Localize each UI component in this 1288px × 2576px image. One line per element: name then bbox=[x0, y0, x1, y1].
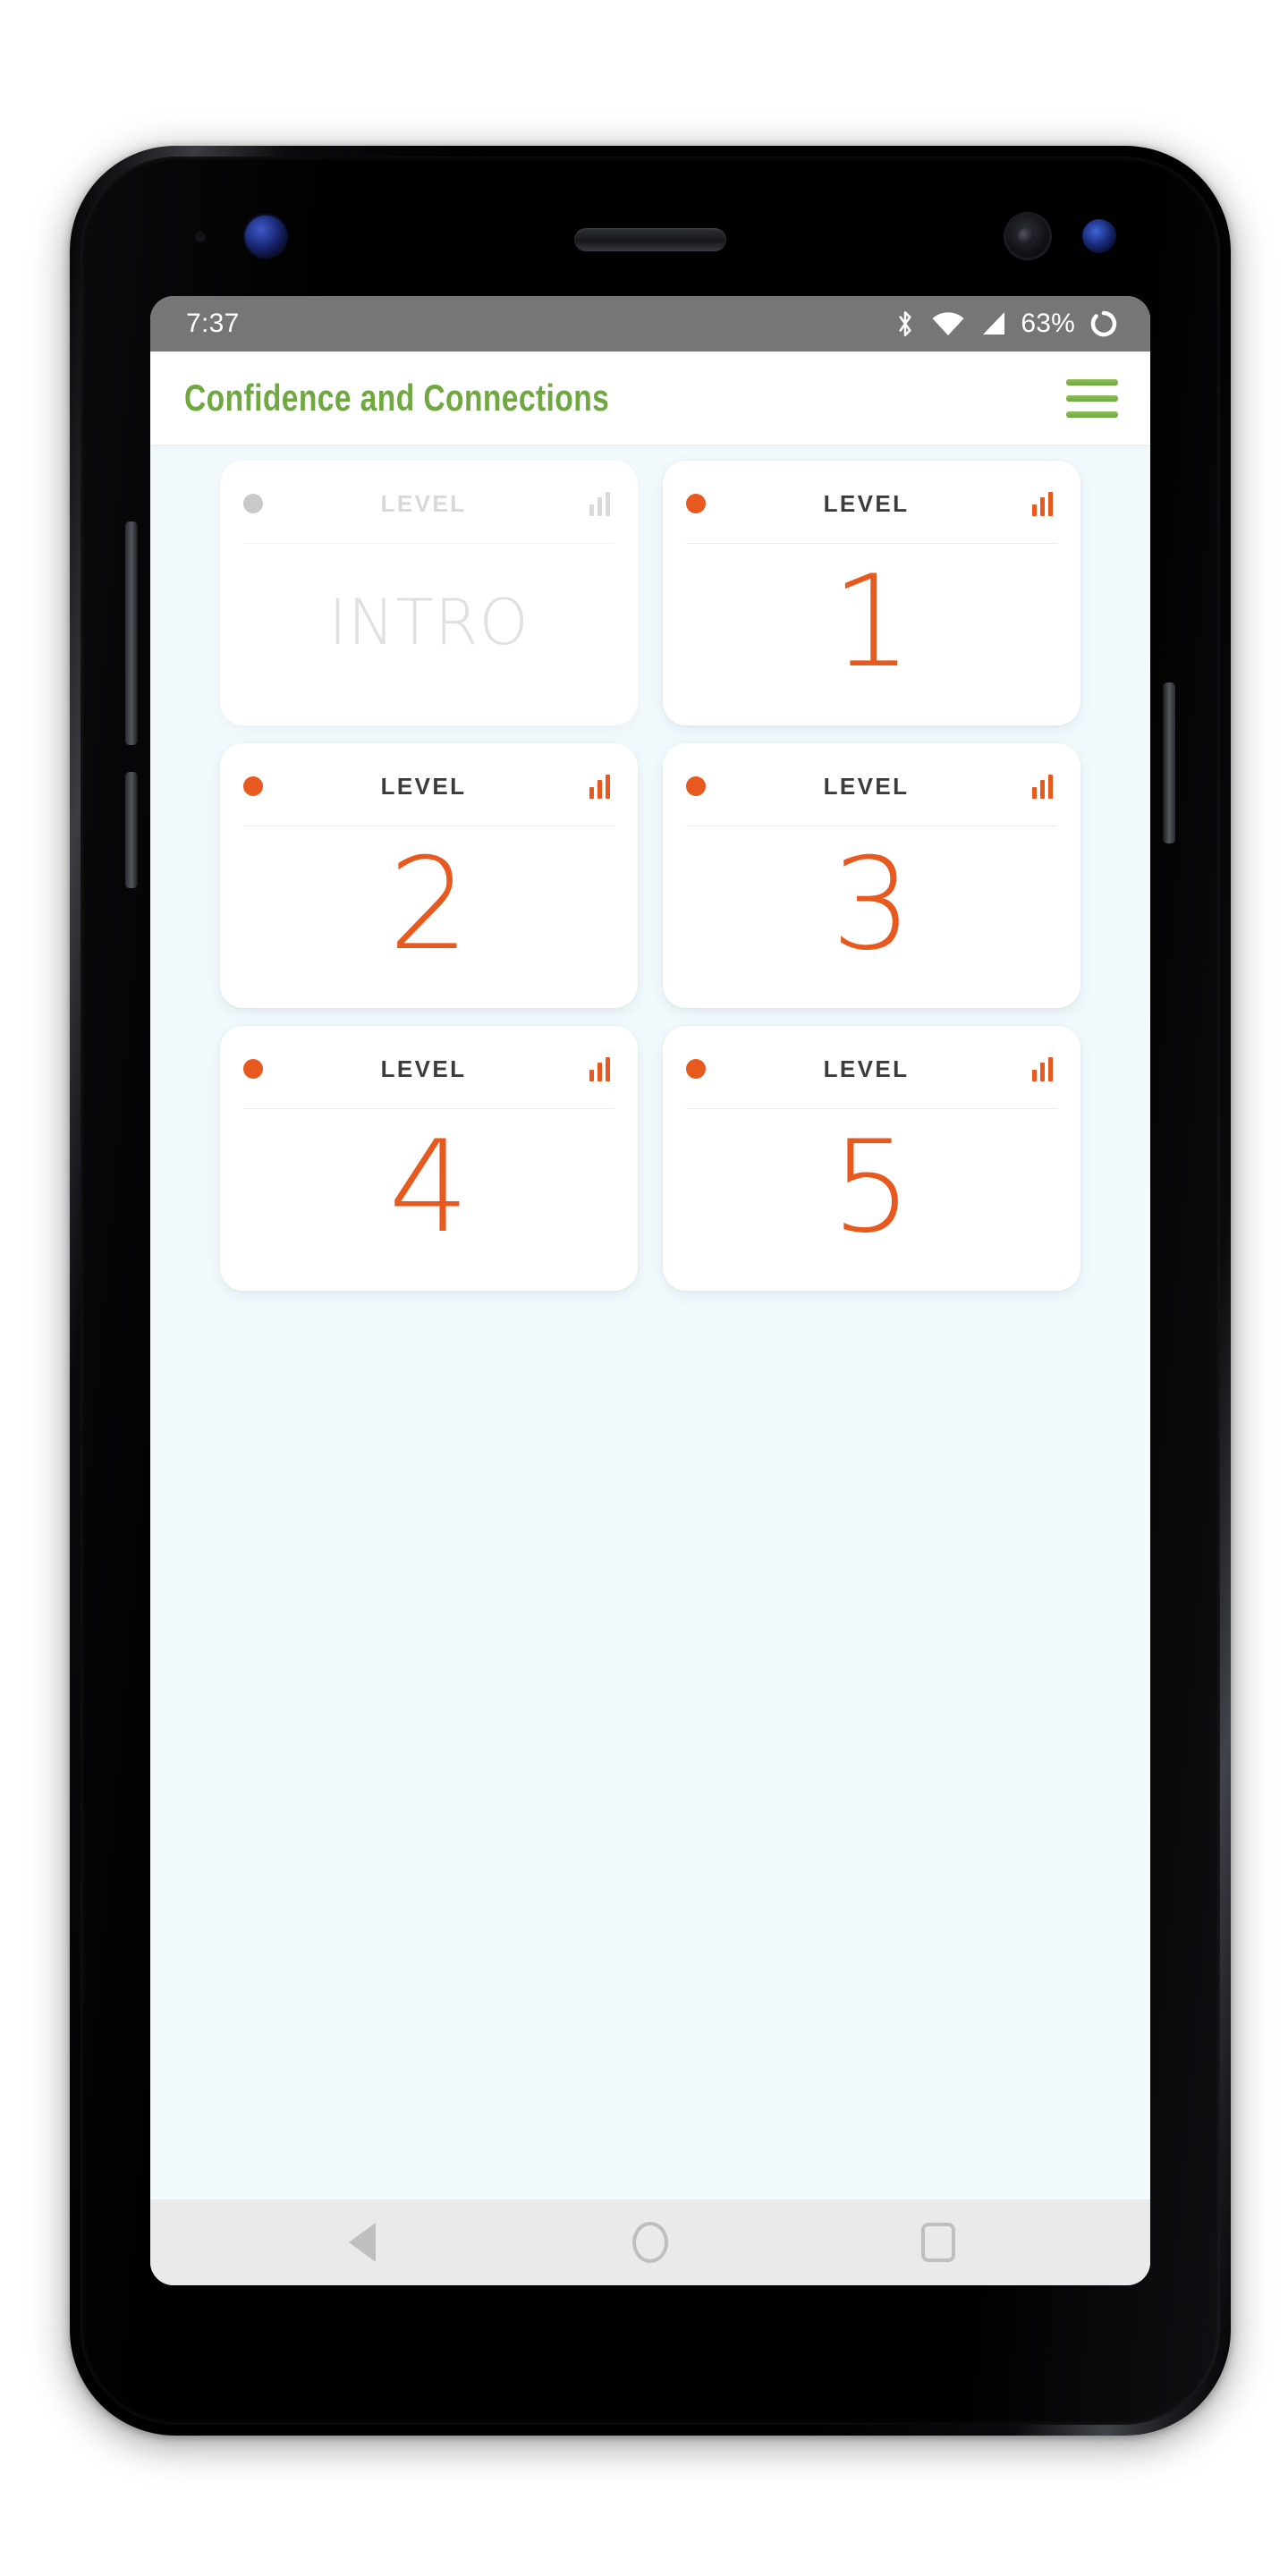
card-header: LEVEL bbox=[243, 1051, 614, 1087]
bluetooth-icon bbox=[894, 309, 917, 339]
page-title: Confidence and Connections bbox=[184, 377, 610, 419]
iris-scanner-icon bbox=[1004, 212, 1052, 260]
battery-percent-label: 63% bbox=[1021, 309, 1075, 338]
card-header: LEVEL bbox=[243, 768, 614, 804]
level-card-value: 2 bbox=[388, 831, 470, 979]
card-divider bbox=[686, 543, 1057, 544]
recents-square-icon bbox=[921, 2223, 955, 2262]
level-card-value: 5 bbox=[831, 1114, 912, 1261]
card-divider bbox=[243, 543, 614, 544]
level-card-5[interactable]: LEVEL 5 bbox=[663, 1026, 1080, 1291]
bar-chart-icon bbox=[589, 491, 614, 516]
level-card-1[interactable]: LEVEL 1 bbox=[663, 461, 1080, 725]
app-bar: Confidence and Connections bbox=[150, 352, 1150, 445]
menu-bar-3 bbox=[1066, 411, 1118, 418]
card-header: LEVEL bbox=[243, 486, 614, 521]
level-card-intro: LEVEL INTRO bbox=[220, 461, 638, 725]
level-card-label: LEVEL bbox=[380, 772, 467, 800]
level-card-label: LEVEL bbox=[823, 489, 910, 517]
bar-chart-icon bbox=[589, 1056, 614, 1081]
bar-chart-icon bbox=[1032, 491, 1057, 516]
bar-chart-icon bbox=[1032, 1056, 1057, 1081]
card-header: LEVEL bbox=[686, 486, 1057, 521]
back-triangle-icon bbox=[349, 2223, 376, 2262]
level-card-value: 3 bbox=[831, 831, 912, 979]
hamburger-menu-icon[interactable] bbox=[1061, 370, 1123, 426]
level-card-2[interactable]: LEVEL 2 bbox=[220, 743, 638, 1008]
level-card-3[interactable]: LEVEL 3 bbox=[663, 743, 1080, 1008]
level-card-value: INTRO bbox=[328, 586, 530, 659]
menu-bar-2 bbox=[1066, 394, 1118, 402]
card-header: LEVEL bbox=[686, 1051, 1057, 1087]
cellular-signal-icon bbox=[979, 310, 1006, 337]
led-indicator-icon bbox=[1082, 219, 1116, 253]
level-card-label: LEVEL bbox=[380, 489, 467, 517]
assistant-button[interactable] bbox=[125, 772, 138, 888]
nav-back-button[interactable] bbox=[330, 2210, 394, 2275]
home-circle-icon bbox=[632, 2222, 668, 2263]
level-card-value: 1 bbox=[831, 548, 912, 696]
nav-home-button[interactable] bbox=[618, 2210, 682, 2275]
level-card-label: LEVEL bbox=[380, 1055, 467, 1082]
android-navigation-bar bbox=[150, 2199, 1150, 2285]
bar-chart-icon bbox=[1032, 774, 1057, 799]
level-card-4[interactable]: LEVEL 4 bbox=[220, 1026, 638, 1291]
front-camera-icon bbox=[245, 216, 286, 257]
level-card-label: LEVEL bbox=[823, 1055, 910, 1082]
power-button[interactable] bbox=[1163, 682, 1175, 843]
level-card-value: 4 bbox=[388, 1114, 470, 1261]
earpiece-speaker-icon bbox=[574, 228, 726, 251]
battery-circle-icon bbox=[1089, 309, 1118, 338]
wifi-icon bbox=[931, 310, 965, 337]
card-divider bbox=[686, 1108, 1057, 1109]
nav-recents-button[interactable] bbox=[906, 2210, 970, 2275]
card-divider bbox=[243, 1108, 614, 1109]
volume-button[interactable] bbox=[125, 521, 138, 745]
card-header: LEVEL bbox=[686, 768, 1057, 804]
status-icons-group: 63% bbox=[894, 309, 1118, 339]
level-card-label: LEVEL bbox=[823, 772, 910, 800]
bar-chart-icon bbox=[589, 774, 614, 799]
menu-bar-1 bbox=[1066, 378, 1118, 386]
status-bar: 7:37 63% bbox=[150, 296, 1150, 352]
main-content: LEVEL INTRO LEVEL 1 LEVEL 2 LEVEL 3 LEVE… bbox=[150, 445, 1150, 2199]
proximity-sensor-icon bbox=[195, 232, 206, 242]
phone-device-frame: 7:37 63% Confidence and Connections LEVE… bbox=[70, 146, 1231, 2436]
phone-screen: 7:37 63% Confidence and Connections LEVE… bbox=[150, 296, 1150, 2285]
levels-grid: LEVEL INTRO LEVEL 1 LEVEL 2 LEVEL 3 LEVE… bbox=[220, 461, 1080, 1291]
status-clock: 7:37 bbox=[186, 309, 240, 338]
